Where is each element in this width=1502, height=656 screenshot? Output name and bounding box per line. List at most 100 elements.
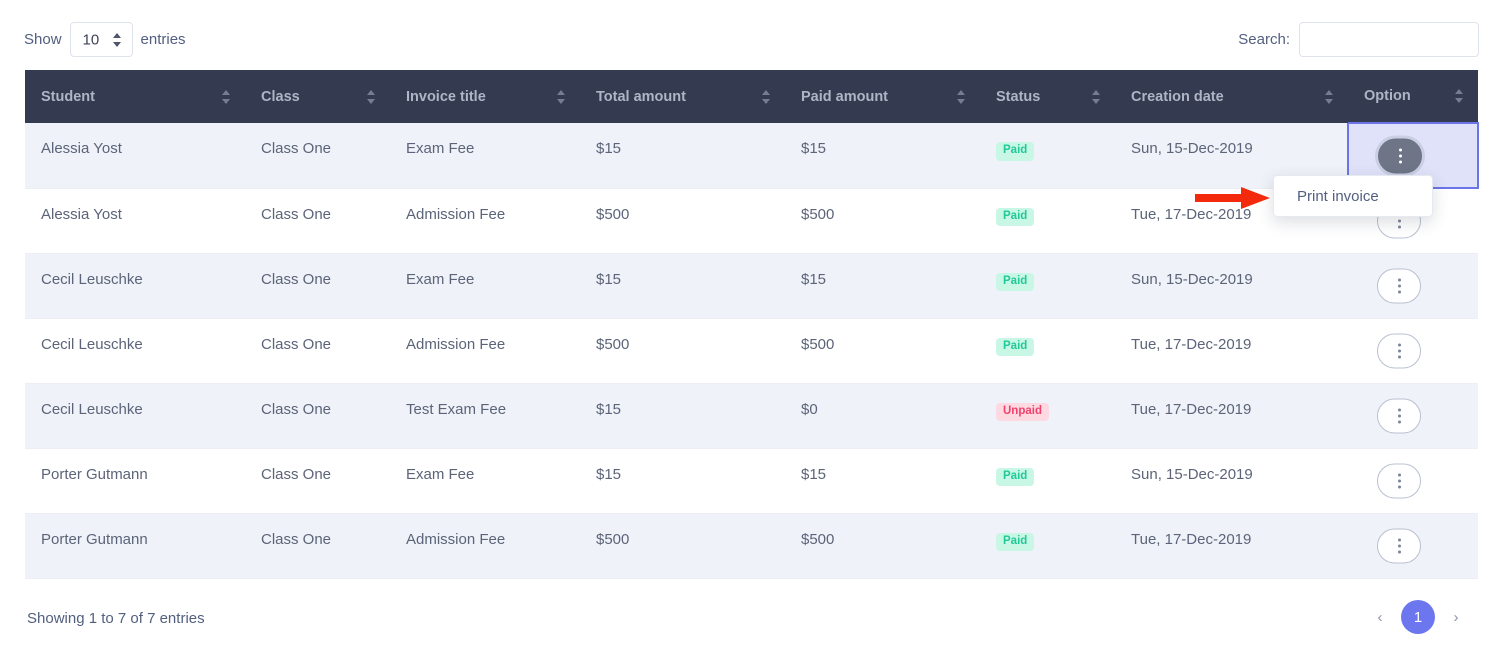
cell-student: Cecil Leuschke: [25, 383, 245, 449]
table-row: Cecil Leuschke Class One Test Exam Fee $15 $…: [25, 383, 1478, 449]
cell-option: [1348, 383, 1478, 449]
status-badge: Paid: [996, 337, 1035, 356]
cell-class: Class One: [245, 383, 390, 449]
cell-option: [1348, 513, 1478, 579]
sort-updown-icon[interactable]: [1455, 89, 1464, 103]
column-header-option-label: Option: [1364, 88, 1411, 104]
showing-entries-info: Showing 1 to 7 of 7 entries: [27, 610, 205, 627]
cell-status: Paid: [980, 318, 1115, 384]
cell-total-amount: $15: [580, 448, 785, 514]
stepper-updown-icon[interactable]: [112, 32, 122, 48]
cell-total-amount: $15: [580, 253, 785, 319]
cell-student: Porter Gutmann: [25, 513, 245, 579]
pagination-page-1-button[interactable]: 1: [1401, 600, 1435, 634]
row-options-button[interactable]: [1377, 398, 1421, 433]
cell-invoice-title: Exam Fee: [390, 448, 580, 514]
table-toolbar: Show 10 entries Search:: [0, 0, 1502, 62]
table-row: Cecil Leuschke Class One Exam Fee $15 $15 Pai…: [25, 253, 1478, 319]
column-header-student[interactable]: Student: [25, 70, 245, 123]
kebab-menu-icon: [1398, 148, 1402, 163]
cell-status: Paid: [980, 253, 1115, 319]
kebab-menu-icon: [1397, 343, 1401, 358]
table-row: Cecil Leuschke Class One Admission Fee $500…: [25, 318, 1478, 384]
cell-class: Class One: [245, 318, 390, 384]
cell-total-amount: $500: [580, 318, 785, 384]
cell-paid-amount: $500: [785, 318, 980, 384]
show-label: Show: [24, 31, 62, 48]
column-header-status-label: Status: [996, 88, 1041, 105]
table-head: Student Class Invoice title Total amount: [25, 70, 1478, 123]
table-row: Porter Gutmann Class One Exam Fee $15 $15 Pai…: [25, 448, 1478, 514]
cell-status: Unpaid: [980, 383, 1115, 449]
cell-status: Paid: [980, 123, 1115, 189]
pagination-next-button[interactable]: ›: [1441, 602, 1471, 632]
column-header-paid-amount-label: Paid amount: [801, 88, 889, 105]
status-badge: Paid: [996, 532, 1035, 551]
cell-paid-amount: $500: [785, 188, 980, 254]
cell-total-amount: $15: [580, 123, 785, 189]
page-length-value: 10: [82, 31, 100, 48]
cell-student: Alessia Yost: [25, 188, 245, 254]
kebab-menu-icon: [1397, 473, 1401, 488]
cell-status: Paid: [980, 188, 1115, 254]
cell-class: Class One: [245, 513, 390, 579]
sort-updown-icon[interactable]: [1325, 89, 1334, 104]
table-footer: Showing 1 to 7 of 7 entries ‹ 1 ›: [0, 592, 1502, 656]
sort-updown-icon[interactable]: [1092, 89, 1101, 104]
row-options-button[interactable]: [1377, 528, 1421, 563]
column-header-creation-date[interactable]: Creation date: [1115, 70, 1348, 123]
sort-updown-icon[interactable]: [367, 89, 376, 104]
invoice-table-page: Show 10 entries Search: Student Class In…: [0, 0, 1502, 656]
sort-updown-icon[interactable]: [222, 89, 231, 104]
column-header-invoice-title[interactable]: Invoice title: [390, 70, 580, 123]
cell-creation-date: Tue, 17-Dec-2019: [1115, 383, 1348, 449]
dropdown-item-print-invoice[interactable]: Print invoice: [1274, 176, 1432, 216]
cell-total-amount: $500: [580, 513, 785, 579]
table-header-row: Student Class Invoice title Total amount: [25, 70, 1478, 123]
row-options-button[interactable]: [1377, 463, 1421, 498]
pagination-prev-button[interactable]: ‹: [1365, 602, 1395, 632]
cell-class: Class One: [245, 188, 390, 254]
sort-updown-icon[interactable]: [762, 89, 771, 104]
option-dropdown-menu: Print invoice: [1273, 175, 1433, 217]
status-badge: Paid: [996, 467, 1035, 486]
row-options-button[interactable]: [1377, 333, 1421, 368]
column-header-creation-date-label: Creation date: [1131, 88, 1224, 105]
cell-class: Class One: [245, 253, 390, 319]
cell-paid-amount: $500: [785, 513, 980, 579]
cell-creation-date: Tue, 17-Dec-2019: [1115, 513, 1348, 579]
cell-invoice-title: Admission Fee: [390, 318, 580, 384]
cell-creation-date: Tue, 17-Dec-2019: [1115, 318, 1348, 384]
table-body: Alessia Yost Class One Exam Fee $15 $15 Paid S…: [25, 122, 1479, 579]
status-badge: Unpaid: [996, 402, 1049, 421]
status-badge: Paid: [996, 207, 1035, 226]
search-input[interactable]: [1299, 22, 1479, 57]
sort-updown-icon[interactable]: [957, 89, 966, 104]
cell-invoice-title: Admission Fee: [390, 513, 580, 579]
cell-total-amount: $500: [580, 188, 785, 254]
row-options-button[interactable]: [1377, 268, 1421, 303]
table-row: Porter Gutmann Class One Admission Fee $500…: [25, 513, 1478, 579]
column-header-class-label: Class: [261, 88, 300, 105]
cell-creation-date: Sun, 15-Dec-2019: [1115, 253, 1348, 319]
invoice-table: Student Class Invoice title Total amount: [25, 70, 1479, 579]
cell-option: [1348, 318, 1478, 384]
column-header-student-label: Student: [41, 88, 95, 105]
search-control: Search:: [1238, 22, 1479, 57]
cell-option: [1348, 448, 1478, 514]
column-header-status[interactable]: Status: [980, 70, 1115, 123]
page-length-select[interactable]: 10: [69, 22, 133, 57]
cell-paid-amount: $15: [785, 253, 980, 319]
kebab-menu-icon: [1397, 408, 1401, 423]
table-row: Alessia Yost Class One Admission Fee $500 $5…: [25, 188, 1478, 254]
column-header-total-amount[interactable]: Total amount: [580, 70, 785, 123]
row-options-button[interactable]: [1378, 138, 1422, 173]
column-header-class[interactable]: Class: [245, 70, 390, 123]
cell-class: Class One: [245, 448, 390, 514]
column-header-option[interactable]: Option: [1348, 70, 1478, 123]
cell-invoice-title: Exam Fee: [390, 253, 580, 319]
column-header-invoice-title-label: Invoice title: [406, 88, 486, 105]
kebab-menu-icon: [1397, 538, 1401, 553]
sort-updown-icon[interactable]: [557, 89, 566, 104]
column-header-paid-amount[interactable]: Paid amount: [785, 70, 980, 123]
